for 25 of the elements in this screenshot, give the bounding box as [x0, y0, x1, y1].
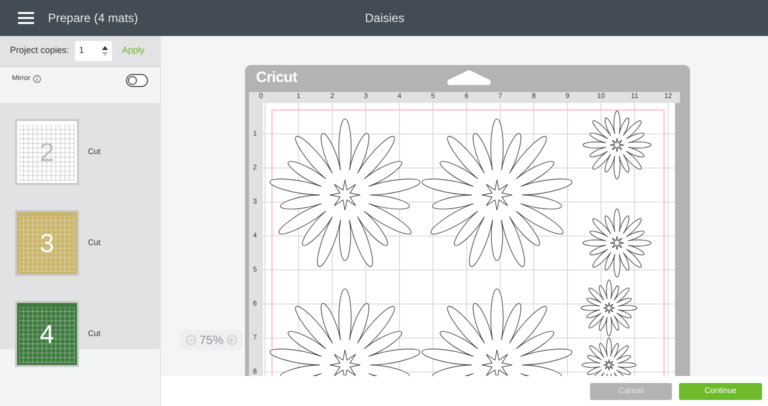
- apply-button[interactable]: Apply: [122, 44, 145, 58]
- mat-number: 4: [40, 321, 54, 347]
- continue-button[interactable]: Continue: [679, 382, 762, 400]
- mat-number: 3: [40, 230, 54, 256]
- copies-input[interactable]: 1: [75, 41, 112, 61]
- daisy-drawing: [582, 208, 652, 278]
- daisy-drawing: [582, 110, 652, 180]
- brand-logo: Cricut: [256, 68, 298, 88]
- stepper-icon[interactable]: [102, 46, 108, 56]
- mat-operation: Cut: [88, 328, 100, 340]
- grid-lines-drawing: [19, 125, 75, 181]
- mat-thumbnail[interactable]: 3: [15, 210, 79, 276]
- mat-thumbnail[interactable]: 4: [15, 301, 79, 367]
- info-icon[interactable]: [33, 75, 42, 84]
- mat-operation: Cut: [88, 237, 100, 249]
- zoom-level: 75%: [199, 332, 224, 349]
- mat-thumbnail[interactable]: 2: [15, 119, 79, 185]
- project-name: Daisies: [365, 10, 404, 27]
- page-title: Prepare (4 mats): [48, 10, 138, 27]
- copies-label: Project copies:: [10, 44, 70, 58]
- mat-operation: Cut: [88, 146, 100, 158]
- menu-icon[interactable]: [18, 12, 34, 24]
- grid-lines-drawing: [19, 307, 75, 363]
- mat-number: 2: [40, 139, 54, 165]
- grid-lines-drawing: [19, 216, 75, 272]
